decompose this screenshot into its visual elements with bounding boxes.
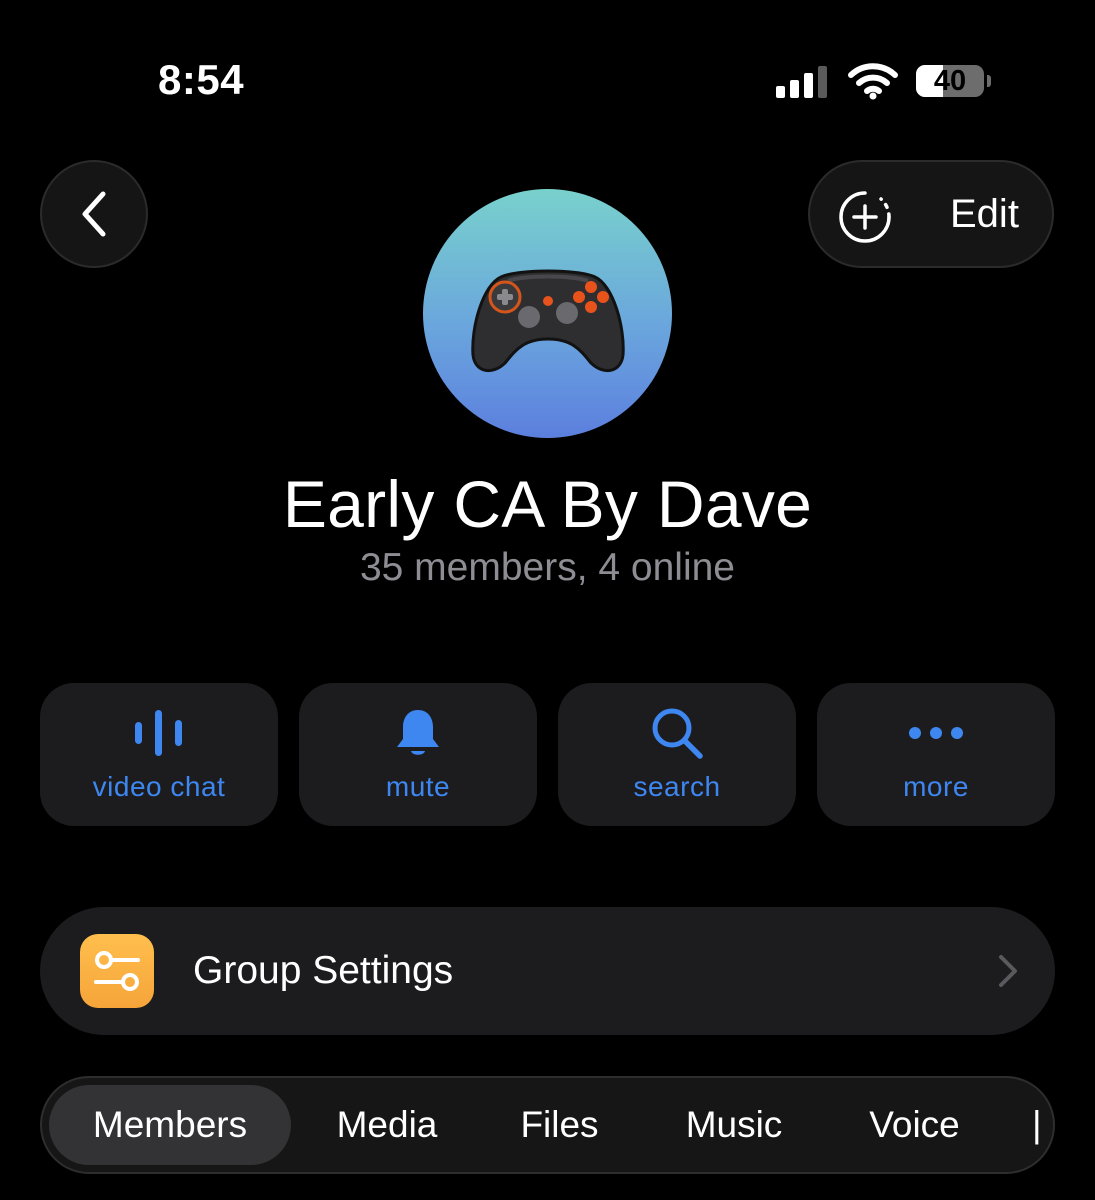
search-label: search: [633, 771, 721, 802]
chevron-right-icon: [999, 955, 1017, 987]
edit-label: Edit: [950, 192, 1019, 236]
back-button[interactable]: [40, 160, 148, 268]
game-controller-icon: [471, 269, 625, 372]
battery-icon: 40: [916, 65, 984, 97]
tab-overflow-partial[interactable]: |: [1032, 1085, 1052, 1165]
battery-tip: [987, 75, 991, 87]
tab-files[interactable]: Files: [492, 1085, 627, 1165]
group-settings-label: Group Settings: [193, 949, 454, 992]
group-settings-row[interactable]: Group Settings: [40, 907, 1055, 1035]
search-button[interactable]: search: [558, 683, 796, 826]
edit-button[interactable]: Edit: [808, 160, 1054, 268]
cellular-signal-icon: [776, 66, 827, 98]
chevron-left-icon: [82, 191, 106, 237]
more-dots-icon: [909, 727, 963, 739]
bell-icon: [397, 710, 439, 755]
group-name: Early CA By Dave: [282, 467, 813, 541]
video-chat-button[interactable]: video chat: [40, 683, 278, 826]
group-avatar[interactable]: [423, 189, 672, 438]
wifi-icon: [848, 63, 898, 100]
battery-level: 40: [933, 65, 967, 97]
tab-voice[interactable]: Voice: [842, 1085, 987, 1165]
add-story-icon: [839, 191, 891, 243]
status-time: 8:54: [158, 56, 245, 103]
mute-button[interactable]: mute: [299, 683, 537, 826]
video-chat-label: video chat: [92, 771, 226, 802]
group-member-count: 35 members, 4 online: [359, 546, 736, 589]
more-button[interactable]: more: [817, 683, 1055, 826]
more-label: more: [903, 771, 969, 802]
tab-media[interactable]: Media: [312, 1085, 462, 1165]
media-tabs: Members Media Files Music Voice |: [40, 1076, 1055, 1174]
status-icons: 40: [776, 62, 996, 102]
tab-members[interactable]: Members: [49, 1085, 291, 1165]
sliders-icon: [80, 934, 154, 1008]
voice-bars-icon: [135, 710, 182, 756]
mute-label: mute: [385, 771, 451, 802]
tab-music[interactable]: Music: [660, 1085, 808, 1165]
search-icon: [652, 708, 703, 759]
